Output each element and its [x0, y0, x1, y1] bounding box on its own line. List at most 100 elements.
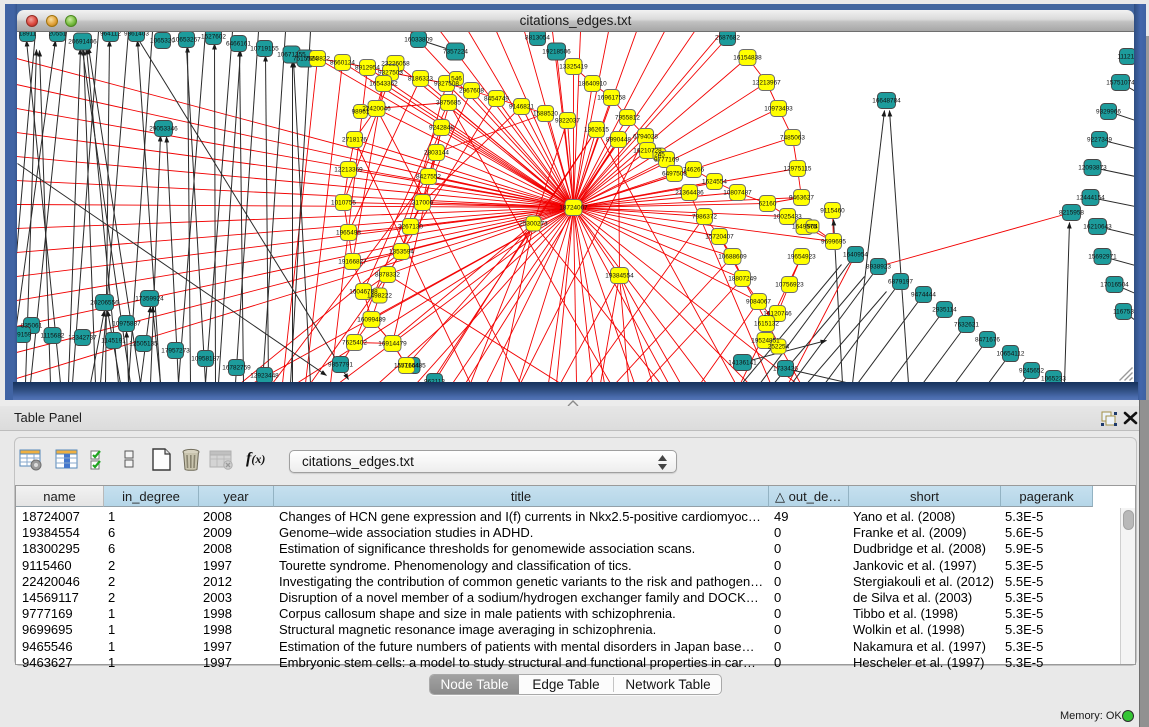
svg-text:10654112: 10654112 — [997, 351, 1025, 358]
svg-text:1965498: 1965498 — [336, 230, 361, 237]
svg-text:8938923: 8938923 — [866, 264, 891, 271]
svg-text:1353594: 1353594 — [389, 249, 414, 256]
svg-text:8813054: 8813054 — [525, 35, 550, 42]
svg-text:21364436: 21364436 — [675, 190, 704, 197]
svg-text:9463627: 9463627 — [789, 195, 814, 202]
svg-text:18807249: 18807249 — [728, 276, 757, 283]
svg-text:16154838: 16154838 — [733, 55, 762, 62]
svg-text:12975115: 12975115 — [784, 166, 812, 173]
svg-text:7485063: 7485063 — [780, 135, 805, 142]
svg-text:2967608: 2967608 — [459, 88, 484, 95]
svg-text:9857791: 9857791 — [328, 362, 353, 369]
svg-text:12444154: 12444154 — [1076, 195, 1105, 202]
svg-text:835061: 835061 — [21, 323, 43, 330]
svg-text:12213967: 12213967 — [752, 80, 781, 87]
svg-text:98961: 98961 — [352, 109, 370, 116]
svg-text:13325419: 13325419 — [559, 64, 588, 71]
svg-text:8454749: 8454749 — [484, 96, 509, 103]
svg-text:7357224: 7357224 — [443, 49, 468, 56]
svg-text:10756923: 10756923 — [775, 282, 804, 289]
svg-text:746266: 746266 — [683, 167, 705, 174]
svg-text:1624554: 1624554 — [702, 179, 727, 186]
svg-text:19166827: 19166827 — [338, 259, 367, 266]
svg-text:1640954: 1640954 — [843, 252, 868, 259]
svg-text:20551: 20551 — [49, 32, 67, 38]
svg-text:62160: 62160 — [759, 201, 777, 208]
svg-text:10025433: 10025433 — [773, 214, 802, 221]
svg-text:19218506: 19218506 — [542, 49, 571, 56]
svg-text:6466161: 6466161 — [226, 41, 251, 48]
svg-text:16914479: 16914479 — [378, 341, 407, 348]
svg-text:6879197: 6879197 — [888, 279, 913, 286]
svg-text:16120746: 16120746 — [763, 311, 792, 318]
svg-text:317006: 317006 — [412, 200, 434, 207]
svg-text:9474444: 9474444 — [911, 292, 936, 299]
svg-text:12505135: 12505135 — [129, 341, 158, 348]
svg-text:1362615: 1362615 — [584, 127, 609, 134]
svg-text:25300273: 25300273 — [519, 221, 548, 228]
svg-text:16099489: 16099489 — [357, 317, 386, 324]
svg-text:10958187: 10958187 — [191, 356, 220, 363]
svg-text:8912954: 8912954 — [355, 65, 380, 72]
svg-text:16782759: 16782759 — [222, 365, 251, 372]
svg-text:10719155: 10719155 — [250, 46, 279, 53]
svg-text:9327503: 9327503 — [378, 70, 403, 77]
svg-text:12213369: 12213369 — [334, 167, 363, 174]
svg-text:16648784: 16648784 — [872, 98, 901, 105]
svg-text:8215958: 8215958 — [1059, 210, 1084, 217]
svg-text:8990448: 8990448 — [606, 137, 631, 144]
svg-text:7625402: 7625402 — [342, 340, 367, 347]
svg-text:8660124: 8660124 — [330, 60, 355, 67]
svg-text:10807487: 10807487 — [723, 190, 752, 197]
svg-text:9861403: 9861403 — [124, 32, 149, 38]
svg-text:12342737: 12342737 — [68, 335, 97, 342]
svg-text:18911: 18911 — [19, 32, 37, 38]
svg-text:1065233: 1065233 — [1041, 376, 1066, 382]
svg-text:1527602: 1527602 — [201, 34, 226, 41]
svg-text:15720407: 15720407 — [705, 234, 734, 241]
svg-text:111218: 111218 — [1117, 54, 1134, 61]
svg-text:9777169: 9777169 — [654, 157, 679, 164]
svg-text:1010755: 1010755 — [331, 200, 356, 207]
svg-text:2718176: 2718176 — [342, 137, 367, 144]
svg-text:7632621: 7632621 — [954, 322, 979, 329]
svg-text:8427552: 8427552 — [416, 174, 441, 181]
svg-text:1571644: 1571644 — [394, 363, 419, 370]
svg-text:9329966: 9329966 — [1096, 109, 1121, 116]
svg-text:8471676: 8471676 — [975, 337, 1000, 344]
svg-text:252254: 252254 — [768, 344, 790, 351]
svg-text:23226058: 23226058 — [381, 61, 410, 68]
svg-text:962113: 962113 — [424, 379, 445, 382]
svg-text:17016504: 17016504 — [1100, 282, 1129, 289]
svg-text:15692971: 15692971 — [1088, 254, 1117, 261]
svg-text:12093873: 12093873 — [1078, 165, 1107, 172]
svg-text:19654923: 19654923 — [787, 254, 816, 261]
svg-text:546: 546 — [451, 76, 462, 83]
svg-text:16210643: 16210643 — [1083, 224, 1112, 231]
svg-text:20691406: 20691406 — [68, 39, 97, 46]
svg-text:2687682: 2687682 — [715, 35, 740, 42]
svg-text:16033809: 16033809 — [404, 37, 433, 44]
svg-text:10975887: 10975887 — [112, 321, 141, 328]
svg-text:10688609: 10688609 — [718, 254, 747, 261]
svg-text:8186323: 8186323 — [408, 76, 433, 83]
svg-text:18640910: 18640910 — [578, 81, 607, 88]
svg-text:29053346: 29053346 — [149, 126, 178, 133]
svg-text:10653267: 10653267 — [172, 37, 201, 44]
svg-text:16046788: 16046788 — [349, 289, 378, 296]
svg-text:116753: 116753 — [1113, 309, 1134, 316]
svg-text:964112: 964112 — [100, 32, 121, 38]
svg-text:2803144: 2803144 — [424, 150, 449, 157]
svg-text:6794028: 6794028 — [633, 134, 658, 141]
svg-text:7955812: 7955812 — [615, 115, 640, 122]
svg-text:9322037: 9322037 — [555, 118, 580, 125]
svg-text:9227349: 9227349 — [1087, 137, 1112, 144]
svg-text:1145191: 1145191 — [101, 338, 126, 345]
svg-text:12923448: 12923448 — [250, 373, 279, 380]
svg-text:7986372: 7986372 — [692, 214, 717, 221]
svg-text:8878332: 8878332 — [375, 272, 400, 279]
svg-text:18724007: 18724007 — [559, 205, 588, 212]
svg-text:20206556: 20206556 — [90, 300, 119, 307]
svg-text:2935114: 2935114 — [932, 307, 957, 314]
svg-text:9699695: 9699695 — [821, 239, 846, 246]
